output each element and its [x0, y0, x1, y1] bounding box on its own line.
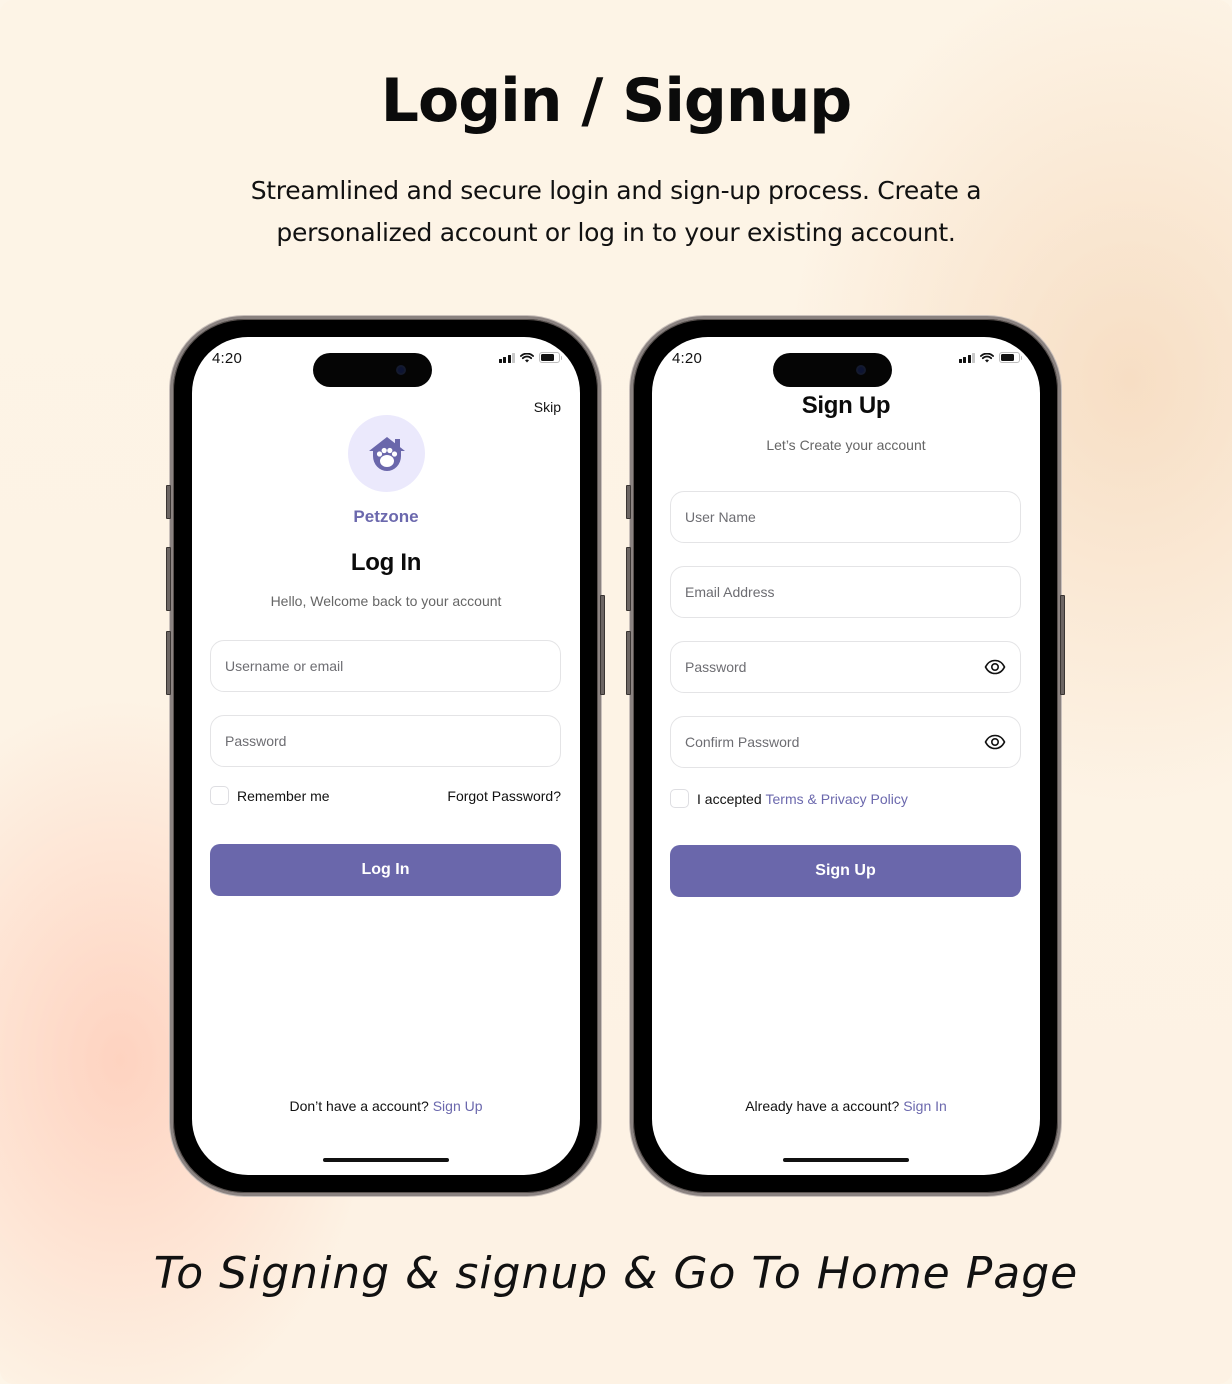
username-input[interactable]	[225, 658, 546, 674]
login-screen: 4:20 Skip Petzone Log In Hello, Welcome …	[192, 337, 580, 1175]
confirm-password-field[interactable]	[670, 716, 1021, 768]
volume-up-button	[626, 547, 631, 611]
action-button	[626, 485, 631, 519]
status-time: 4:20	[672, 350, 702, 367]
phone-login: 4:20 Skip Petzone Log In Hello, Welcome …	[166, 316, 605, 1196]
status-icons	[498, 352, 562, 363]
remember-checkbox[interactable]	[210, 786, 229, 805]
login-button[interactable]: Log In	[210, 844, 561, 896]
login-subtitle: Hello, Welcome back to your account	[270, 593, 502, 609]
camera-icon	[856, 365, 866, 375]
forgot-password-link[interactable]: Forgot Password?	[447, 788, 561, 804]
battery-icon	[999, 352, 1022, 363]
confirm-password-input[interactable]	[685, 734, 984, 750]
power-button	[600, 595, 605, 695]
status-icons	[958, 352, 1022, 363]
signin-prompt: Already have a account? Sign In	[652, 1098, 1040, 1114]
terms-checkbox[interactable]	[670, 789, 689, 808]
volume-down-button	[626, 631, 631, 695]
password-field[interactable]	[670, 641, 1021, 693]
app-logo	[348, 415, 425, 492]
signup-title: Sign Up	[801, 392, 891, 419]
remember-row: Remember me Forgot Password?	[210, 786, 561, 805]
email-field[interactable]	[670, 566, 1021, 618]
dynamic-island	[313, 353, 432, 387]
page-caption: To Signing & signup & Go To Home Page	[153, 1248, 1079, 1299]
signin-prompt-text: Already have a account?	[745, 1098, 900, 1114]
page-title: Login / Signup	[380, 66, 852, 136]
signup-prompt-text: Don’t have a account?	[289, 1098, 429, 1114]
terms-link[interactable]: Terms & Privacy Policy	[766, 791, 908, 807]
signup-button[interactable]: Sign Up	[670, 845, 1021, 897]
wifi-icon	[980, 352, 994, 362]
eye-icon[interactable]	[984, 656, 1006, 678]
wifi-icon	[520, 352, 534, 362]
volume-down-button	[166, 631, 171, 695]
page-subtitle-line-2: personalized account or log in to your e…	[276, 218, 956, 247]
camera-icon	[396, 365, 406, 375]
terms-prefix: I accepted	[697, 790, 762, 807]
signup-subtitle: Let’s Create your account	[766, 437, 926, 453]
password-field[interactable]	[210, 715, 561, 767]
volume-up-button	[166, 547, 171, 611]
signup-screen: 4:20 Sign Up Let’s Create your account U…	[652, 337, 1040, 1175]
login-title: Log In	[350, 549, 422, 576]
skip-link[interactable]: Skip	[534, 399, 561, 415]
username-field[interactable]	[210, 640, 561, 692]
username-field[interactable]	[670, 491, 1021, 543]
email-input[interactable]	[685, 584, 1006, 600]
dynamic-island	[773, 353, 892, 387]
cellular-signal-icon	[498, 352, 515, 363]
status-time: 4:20	[212, 350, 242, 367]
eye-icon[interactable]	[984, 731, 1006, 753]
power-button	[1060, 595, 1065, 695]
brand-name: Petzone	[353, 507, 419, 526]
page-subtitle-line-1: Streamlined and secure login and sign-up…	[250, 176, 982, 205]
paw-house-icon	[368, 436, 405, 471]
home-indicator	[783, 1158, 909, 1162]
signin-link[interactable]: Sign In	[903, 1098, 947, 1114]
remember-label[interactable]: Remember me	[237, 788, 330, 804]
home-indicator	[323, 1158, 449, 1162]
username-input[interactable]	[685, 509, 1006, 525]
phone-signup: 4:20 Sign Up Let’s Create your account U…	[626, 316, 1065, 1196]
terms-row: I accepted Terms & Privacy Policy	[670, 789, 1021, 808]
password-input[interactable]	[225, 733, 546, 749]
battery-icon	[539, 352, 562, 363]
password-input[interactable]	[685, 659, 984, 675]
cellular-signal-icon	[958, 352, 975, 363]
action-button	[166, 485, 171, 519]
page-subtitle: Streamlined and secure login and sign-up…	[0, 170, 1232, 254]
signup-link[interactable]: Sign Up	[433, 1098, 483, 1114]
signup-prompt: Don’t have a account? Sign Up	[192, 1098, 580, 1114]
